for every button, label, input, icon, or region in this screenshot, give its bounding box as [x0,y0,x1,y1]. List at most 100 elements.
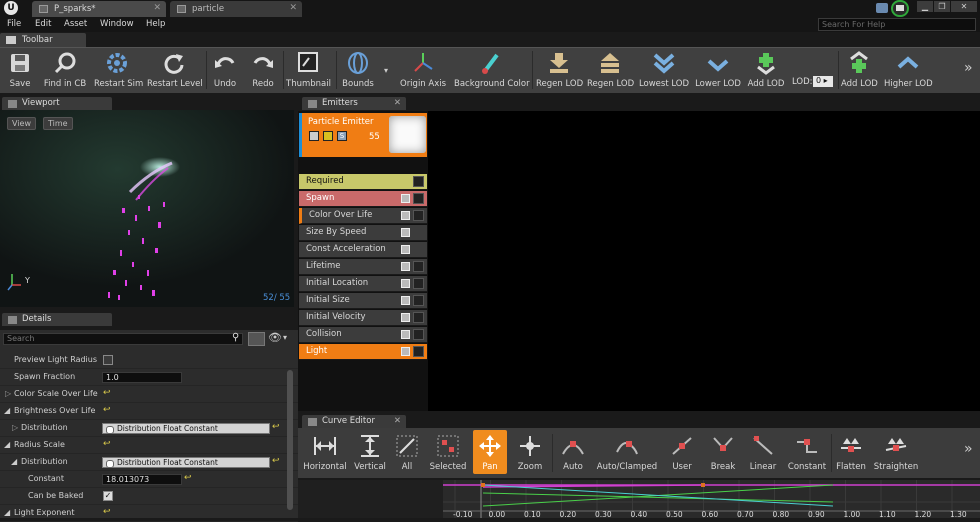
time-button[interactable]: Time [43,117,73,130]
module-enable-checkbox[interactable] [401,313,410,322]
add-lod-up-button[interactable]: Add LOD [841,47,878,93]
save-button[interactable]: Save [5,47,35,93]
detail-row-light-exponent[interactable]: ◢ Light Exponent ↩ [0,505,298,522]
details-scrollbar[interactable] [287,370,293,510]
module-initial-velocity[interactable]: Initial Velocity [299,310,427,326]
module-initial-location[interactable]: Initial Location [299,276,427,292]
document-tab-particle[interactable]: particle ✕ [170,1,302,17]
regen-lod-duplicate-button[interactable]: Regen LOD [587,47,634,93]
module-lifetime[interactable]: Lifetime [299,259,427,275]
restart-sim-button[interactable]: Restart Sim [94,47,143,93]
eye-dropdown-icon[interactable]: ▾ [283,333,287,342]
module-enable-checkbox[interactable] [401,245,410,254]
search-help-input[interactable]: Search For Help [818,18,976,31]
regen-lod-button[interactable]: Regen LOD [536,47,583,93]
restart-level-button[interactable]: Restart Level [147,47,203,93]
maximize-button[interactable]: ❐ [934,1,950,12]
curve-toggle-icon[interactable] [413,312,424,323]
viewport-tab[interactable]: Viewport [2,97,112,110]
toolbar-overflow-icon[interactable]: » [964,60,973,76]
auto-tangent-button[interactable]: Auto [556,430,590,474]
grid-view-icon[interactable] [248,332,265,346]
curve-toggle-icon[interactable] [413,210,424,221]
collapse-arrow-icon[interactable]: ◢ [4,440,10,449]
origin-axis-button[interactable]: Origin Axis [400,47,446,93]
feedback-icon[interactable] [891,0,909,17]
detail-row-brightness-over-life[interactable]: ◢ Brightness Over Life ↩ [0,403,298,420]
details-tab[interactable]: Details [2,313,112,326]
detail-row-color-scale-over-life[interactable]: ▷ Color Scale Over Life ↩ [0,386,298,403]
curve-toggle-icon[interactable] [413,346,424,357]
collapse-arrow-icon[interactable]: ◢ [11,457,17,466]
reset-arrow-icon[interactable]: ↩ [103,439,111,449]
straighten-button[interactable]: Straighten [873,430,919,474]
reset-arrow-icon[interactable]: ↩ [272,456,280,466]
collapse-arrow-icon[interactable]: ◢ [4,508,10,517]
user-tangent-button[interactable]: User [664,430,700,474]
undo-button[interactable]: Undo [210,47,240,93]
reset-arrow-icon[interactable]: ↩ [272,422,280,432]
curve-toggle-icon[interactable] [413,295,424,306]
close-icon[interactable]: ✕ [394,98,401,108]
minimize-button[interactable]: ▁ [917,1,933,12]
can-be-baked-checkbox[interactable]: ✓ [103,491,113,501]
module-enable-checkbox[interactable] [401,228,410,237]
bounds-button[interactable]: Bounds [340,47,376,93]
curve-toggle-icon[interactable] [413,329,424,340]
module-enable-checkbox[interactable] [401,296,410,305]
distribution-dropdown[interactable]: Distribution Float Constant [102,423,270,434]
lod-spinner[interactable]: 0 ▸ [813,76,833,87]
curve-graph[interactable]: -0.10 0.00 0.10 0.20 0.30 0.40 0.50 0.60 0.70 0.8… [443,480,980,519]
menu-file[interactable]: File [7,19,21,29]
chat-icon[interactable] [876,3,888,13]
curve-editor-tab[interactable]: Curve Editor ✕ [302,415,406,428]
reset-arrow-icon[interactable]: ↩ [103,507,111,517]
distribution-dropdown[interactable]: Distribution Float Constant [102,457,270,468]
close-window-button[interactable]: ✕ [951,1,977,12]
break-tangent-button[interactable]: Break [705,430,741,474]
module-required[interactable]: Required [299,174,427,190]
module-enable-checkbox[interactable] [401,194,410,203]
add-lod-button[interactable]: Add LOD [745,47,787,93]
toolbar-tab[interactable]: Toolbar [0,33,86,47]
lower-lod-button[interactable]: Lower LOD [695,47,741,93]
curve-track-list[interactable] [298,480,443,518]
expand-arrow-icon[interactable]: ▷ [5,389,11,398]
bounds-dropdown-icon[interactable]: ▾ [384,66,388,75]
zoom-mode-button[interactable]: Zoom [512,430,548,474]
linear-tangent-button[interactable]: Linear [745,430,781,474]
background-color-button[interactable]: Background Color [454,47,530,93]
curve-toggle-icon[interactable] [413,193,424,204]
find-in-cb-button[interactable]: Find in CB [42,47,88,93]
fit-vertical-button[interactable]: Vertical [352,430,388,474]
emitter-solo-icon[interactable]: S [337,131,347,141]
module-enable-checkbox[interactable] [401,347,410,356]
curve-toggle-icon[interactable] [413,261,424,272]
constant-field[interactable]: 18.013073 [102,474,182,485]
spawn-fraction-field[interactable]: 1.0 [102,372,182,383]
emitter-enable-checkbox[interactable] [309,131,319,141]
close-icon[interactable]: ✕ [289,3,297,13]
module-collision[interactable]: Collision [299,327,427,343]
document-tab-p-sparks[interactable]: P_sparks* ✕ [32,1,166,17]
lowest-lod-button[interactable]: Lowest LOD [638,47,690,93]
close-icon[interactable]: ✕ [394,416,401,426]
pan-mode-button[interactable]: Pan [473,430,507,474]
module-enable-checkbox[interactable] [401,330,410,339]
expand-arrow-icon[interactable]: ▷ [12,423,18,432]
detail-row-radius-scale[interactable]: ◢ Radius Scale ↩ [0,437,298,454]
reset-arrow-icon[interactable]: ↩ [184,473,192,483]
eye-icon[interactable]: 👁 [268,331,282,344]
module-enable-checkbox[interactable] [401,262,410,271]
menu-help[interactable]: Help [146,19,165,29]
curve-toggle-icon[interactable] [413,176,424,187]
fit-horizontal-button[interactable]: Horizontal [302,430,348,474]
constant-tangent-button[interactable]: Constant [786,430,828,474]
collapse-arrow-icon[interactable]: ◢ [4,406,10,415]
preview-light-radius-checkbox[interactable] [103,355,113,365]
redo-button[interactable]: Redo [248,47,278,93]
reset-arrow-icon[interactable]: ↩ [103,388,111,398]
module-enable-checkbox[interactable] [401,279,410,288]
curve-toggle-icon[interactable] [413,278,424,289]
reset-arrow-icon[interactable]: ↩ [103,405,111,415]
